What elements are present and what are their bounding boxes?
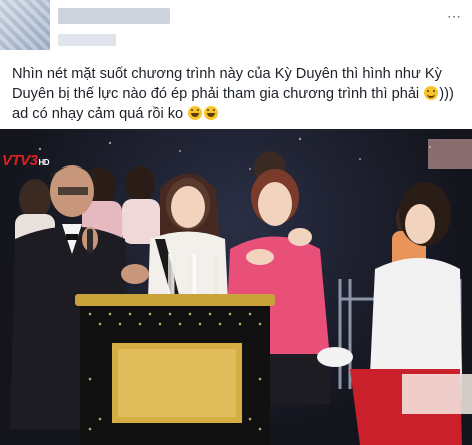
post-text-line-2: Duyên bị thế lực nào đó ép phải tham gia… xyxy=(12,86,420,102)
photo-scene xyxy=(10,137,472,445)
post-text-line-3: ad có nhạy cảm quá rồi ko xyxy=(12,106,184,122)
post-text-line-2-wrap: Duyên bị thế lực nào đó ép phải tham gia… xyxy=(12,84,467,104)
avatar[interactable] xyxy=(0,0,50,50)
author-name-redacted[interactable] xyxy=(58,8,170,24)
podium-table xyxy=(75,294,275,445)
smile-emoji-icon xyxy=(424,86,439,100)
post-text-line-1: Nhìn nét mặt suốt chương trình này của K… xyxy=(12,66,442,82)
post-text: Nhìn nét mặt suốt chương trình này của K… xyxy=(12,64,467,124)
post-text-line-2-suffix: ))) xyxy=(439,86,454,102)
tv-channel-logo-suffix: HD xyxy=(38,158,50,167)
tv-channel-logo: VTV3HD xyxy=(2,152,50,169)
post-photo[interactable]: VTV3HD xyxy=(0,129,472,445)
tv-channel-logo-text: VTV3 xyxy=(2,152,38,169)
more-options-icon[interactable]: ⋯ xyxy=(447,8,462,25)
post-header: ⋯ xyxy=(0,0,472,58)
laughing-emoji-icon xyxy=(204,106,219,120)
laughing-emoji-icon xyxy=(188,106,203,120)
post-text-line-3-wrap: ad có nhạy cảm quá rồi ko xyxy=(12,104,467,124)
post-meta-redacted xyxy=(58,34,116,46)
